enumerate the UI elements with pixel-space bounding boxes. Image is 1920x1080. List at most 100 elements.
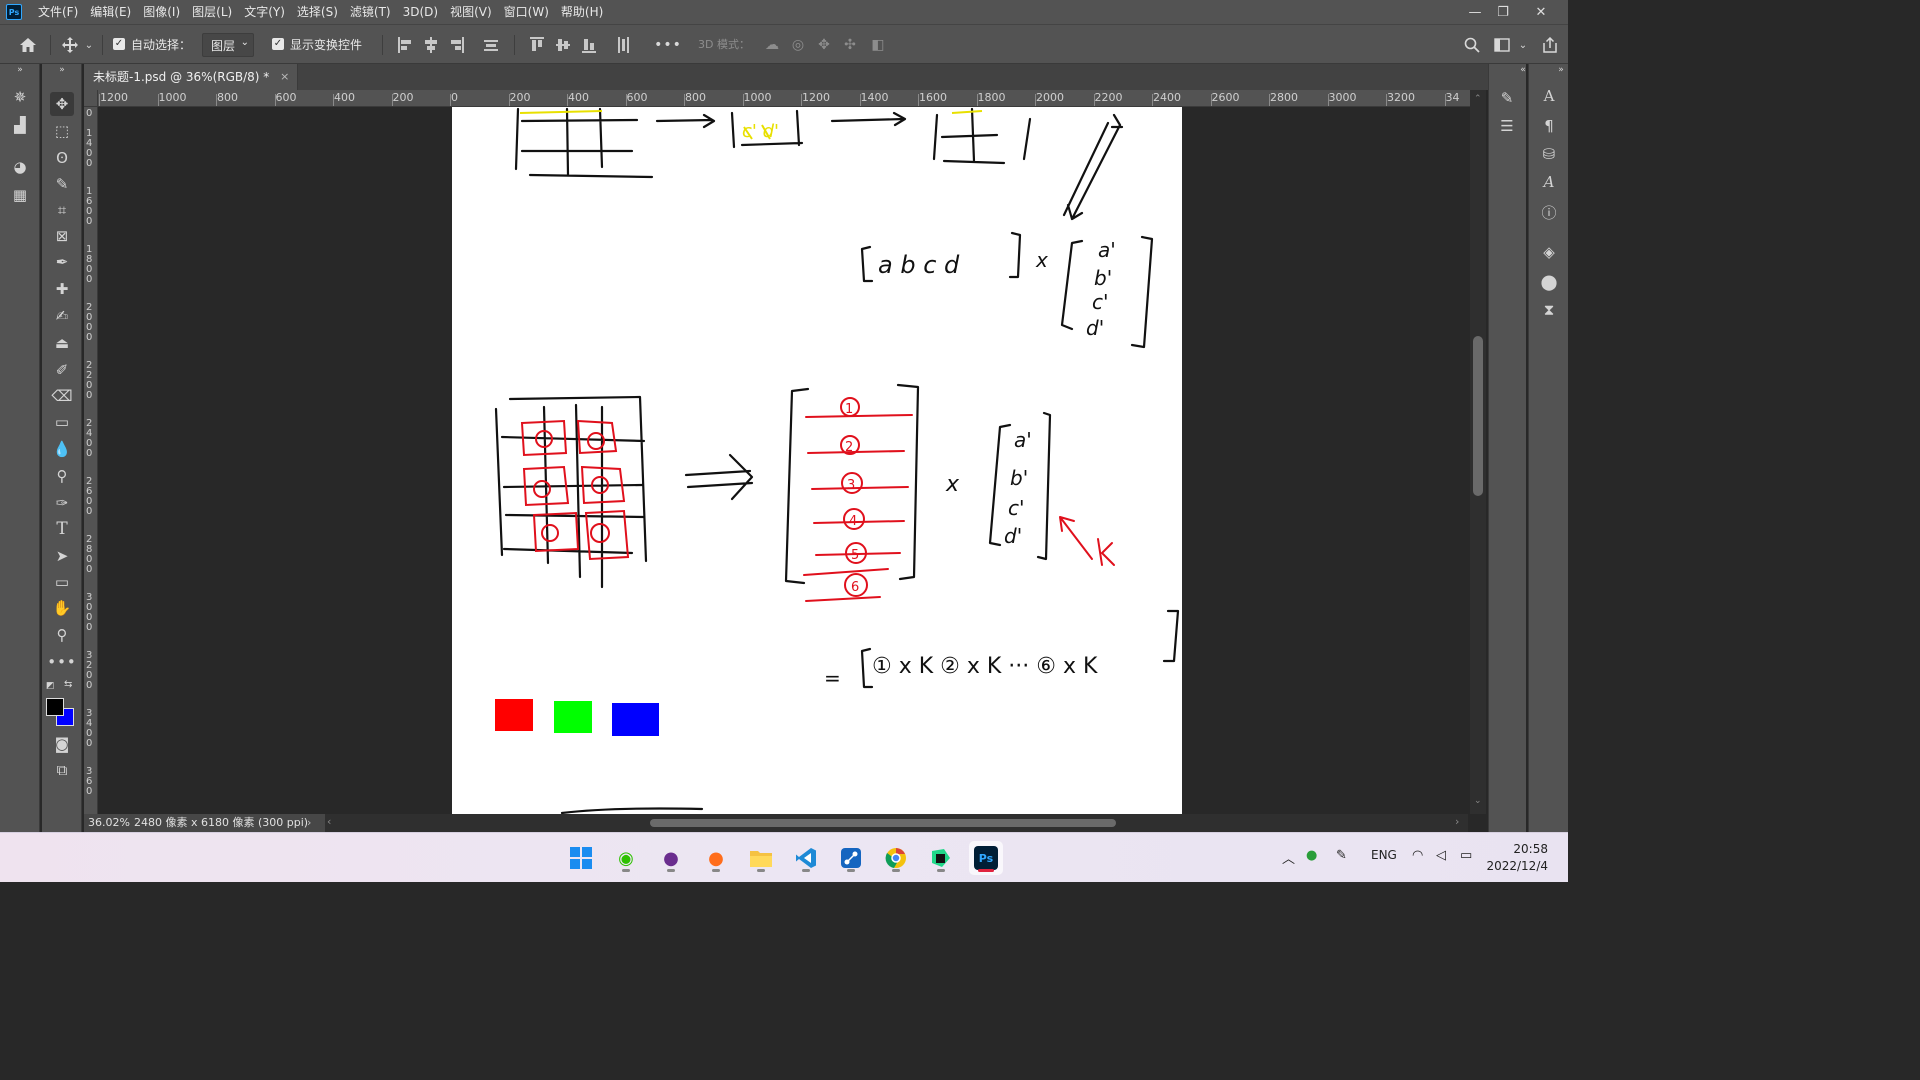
expand-panels-icon[interactable]: » xyxy=(8,64,32,76)
menu-view[interactable]: 视图(V) xyxy=(444,0,498,24)
minimize-icon[interactable]: — xyxy=(1460,0,1490,24)
crop-tool-icon[interactable]: ⌗ xyxy=(50,198,74,222)
frame-tool-icon[interactable]: ⊠ xyxy=(50,224,74,248)
move-tool-icon[interactable]: ✥ xyxy=(50,92,74,116)
path-select-icon[interactable]: ➤ xyxy=(50,544,74,568)
info-icon[interactable]: ⓘ xyxy=(1537,200,1561,224)
restore-icon[interactable]: ❐ xyxy=(1488,0,1518,24)
system-clock[interactable]: 20:58 2022/12/4 xyxy=(1486,841,1548,875)
menu-3d[interactable]: 3D(D) xyxy=(397,0,444,24)
canvas-area[interactable]: a b c d x a' b' c' d' x a' b' c' d' = ① … xyxy=(98,107,1470,814)
auto-select-dropdown[interactable]: 图层 ⌄ xyxy=(202,33,254,57)
network-app[interactable] xyxy=(834,841,868,875)
edit-toolbar-icon[interactable]: ••• xyxy=(47,650,76,674)
brush-tool-icon[interactable]: ✍ xyxy=(50,304,74,328)
vertical-scrollbar[interactable]: ⌃ ⌄ xyxy=(1470,90,1486,814)
character-panel-icon[interactable]: A xyxy=(1537,84,1561,108)
eyedropper-icon[interactable]: ✒ xyxy=(50,250,74,274)
dodge-tool-icon[interactable]: ⚲ xyxy=(50,464,74,488)
histogram-icon[interactable]: ▟ xyxy=(8,114,32,136)
move-tool-preset-icon[interactable] xyxy=(58,33,82,57)
align-left-icon[interactable] xyxy=(398,37,412,53)
close-icon[interactable]: ✕ xyxy=(1526,0,1556,24)
chevron-down-icon[interactable]: ⌄ xyxy=(82,33,96,57)
zoom-tool-icon[interactable]: ⚲ xyxy=(50,623,74,647)
horizontal-ruler[interactable]: 1200 1000 800 600 400 200 0 200 400 600 800 1000 120… xyxy=(98,90,1470,107)
healing-brush-icon[interactable]: ✚ xyxy=(50,277,74,301)
github-app[interactable]: ● xyxy=(654,841,688,875)
layers-icon[interactable]: ◈ xyxy=(1537,240,1561,264)
properties-sliders-icon[interactable]: ☰ xyxy=(1495,114,1519,138)
scroll-left-icon[interactable]: ‹ xyxy=(327,815,331,828)
zoom-level[interactable]: 36.02% xyxy=(88,814,130,832)
volume-icon[interactable]: ◁ xyxy=(1436,848,1446,863)
horizontal-scroll-thumb[interactable] xyxy=(650,819,1116,827)
paragraph-panel-icon[interactable]: ¶ xyxy=(1537,114,1561,138)
scroll-right-icon[interactable]: › xyxy=(1455,815,1459,828)
chrome-app[interactable] xyxy=(879,841,913,875)
brush-presets-icon[interactable]: ✎ xyxy=(1495,86,1519,110)
swap-colors-icon[interactable]: ⇆ xyxy=(64,679,72,690)
distribute-vertical-icon[interactable] xyxy=(616,37,630,53)
ruler-origin[interactable] xyxy=(84,90,98,107)
pen-tool-icon[interactable]: ✑ xyxy=(50,491,74,515)
rectangle-tool-icon[interactable]: ▭ xyxy=(50,570,74,594)
gradient-tool-icon[interactable]: ▭ xyxy=(50,410,74,434)
align-vcenter-icon[interactable] xyxy=(556,37,570,53)
share-icon[interactable] xyxy=(1538,33,1562,57)
vertical-ruler[interactable]: 0 1400 1600 1800 2000 2200 2400 2600 2800 3000 320… xyxy=(84,107,98,814)
document-canvas[interactable]: a b c d x a' b' c' d' x a' b' c' d' = ① … xyxy=(452,107,1182,814)
explorer-app[interactable] xyxy=(744,841,778,875)
chevron-down-icon[interactable]: ⌄ xyxy=(1516,33,1530,57)
vertical-scroll-thumb[interactable] xyxy=(1473,336,1483,496)
channels-icon[interactable]: ⬤ xyxy=(1537,270,1561,294)
close-tab-icon[interactable]: × xyxy=(280,64,289,90)
menu-help[interactable]: 帮助(H) xyxy=(555,0,609,24)
timeline-grid-icon[interactable]: ▦ xyxy=(8,184,32,206)
align-right-icon[interactable] xyxy=(450,37,464,53)
paths-icon[interactable]: ⧗ xyxy=(1537,298,1561,322)
type-tool-icon[interactable]: T xyxy=(50,517,74,541)
foreground-color-swatch[interactable] xyxy=(46,698,64,716)
align-top-icon[interactable] xyxy=(530,37,544,53)
battery-icon[interactable]: ▭ xyxy=(1460,848,1472,863)
photoshop-app[interactable]: Ps xyxy=(969,841,1003,875)
pen-icon[interactable]: ✎ xyxy=(1336,848,1347,863)
wifi-icon[interactable]: ◠ xyxy=(1412,848,1423,863)
eraser-tool-icon[interactable]: ⌫ xyxy=(50,384,74,408)
status-menu-arrow[interactable]: › xyxy=(307,814,311,832)
collapse-right-icon[interactable]: » xyxy=(1549,64,1573,76)
magic-wand-icon[interactable]: ✎ xyxy=(50,172,74,196)
workspace-icon[interactable] xyxy=(1490,33,1514,57)
scroll-down-icon[interactable]: ⌄ xyxy=(1474,796,1482,806)
menu-filter[interactable]: 滤镜(T) xyxy=(344,0,397,24)
distribute-icon[interactable] xyxy=(484,37,498,53)
hand-tool-icon[interactable]: ✋ xyxy=(50,596,74,620)
document-tab[interactable]: 未标题-1.psd @ 36%(RGB/8) * × xyxy=(84,64,299,90)
brush-settings-icon[interactable]: ✵ xyxy=(8,86,32,108)
blur-tool-icon[interactable]: 💧 xyxy=(50,437,74,461)
scroll-up-icon[interactable]: ⌃ xyxy=(1474,94,1482,104)
align-hcenter-icon[interactable] xyxy=(424,37,438,53)
stamp-tool-icon[interactable]: ⏏ xyxy=(50,331,74,355)
character-styles-icon[interactable]: A xyxy=(1537,170,1561,194)
collapse-tools-icon[interactable]: » xyxy=(50,64,74,76)
wechat-app[interactable]: ◉ xyxy=(609,841,643,875)
menu-select[interactable]: 选择(S) xyxy=(291,0,344,24)
menu-image[interactable]: 图像(I) xyxy=(137,0,186,24)
horizontal-scrollbar[interactable]: ‹ › xyxy=(325,814,1468,832)
menu-layer[interactable]: 图层(L) xyxy=(186,0,238,24)
more-options-icon[interactable]: ••• xyxy=(654,33,681,57)
auto-select-checkbox[interactable]: ✓ xyxy=(113,38,125,50)
marquee-tool-icon[interactable]: ⬚ xyxy=(50,119,74,143)
quick-mask-icon[interactable]: ◙ xyxy=(50,732,74,756)
menu-window[interactable]: 窗口(W) xyxy=(498,0,555,24)
home-icon[interactable] xyxy=(16,33,40,57)
tray-app-icon[interactable]: ● xyxy=(1306,848,1317,863)
pycharm-app[interactable] xyxy=(924,841,958,875)
show-transform-checkbox[interactable]: ✓ xyxy=(272,38,284,50)
menu-file[interactable]: 文件(F) xyxy=(32,0,84,24)
align-bottom-icon[interactable] xyxy=(582,37,596,53)
firefox-app[interactable]: ● xyxy=(699,841,733,875)
history-brush-icon[interactable]: ✐ xyxy=(50,358,74,382)
